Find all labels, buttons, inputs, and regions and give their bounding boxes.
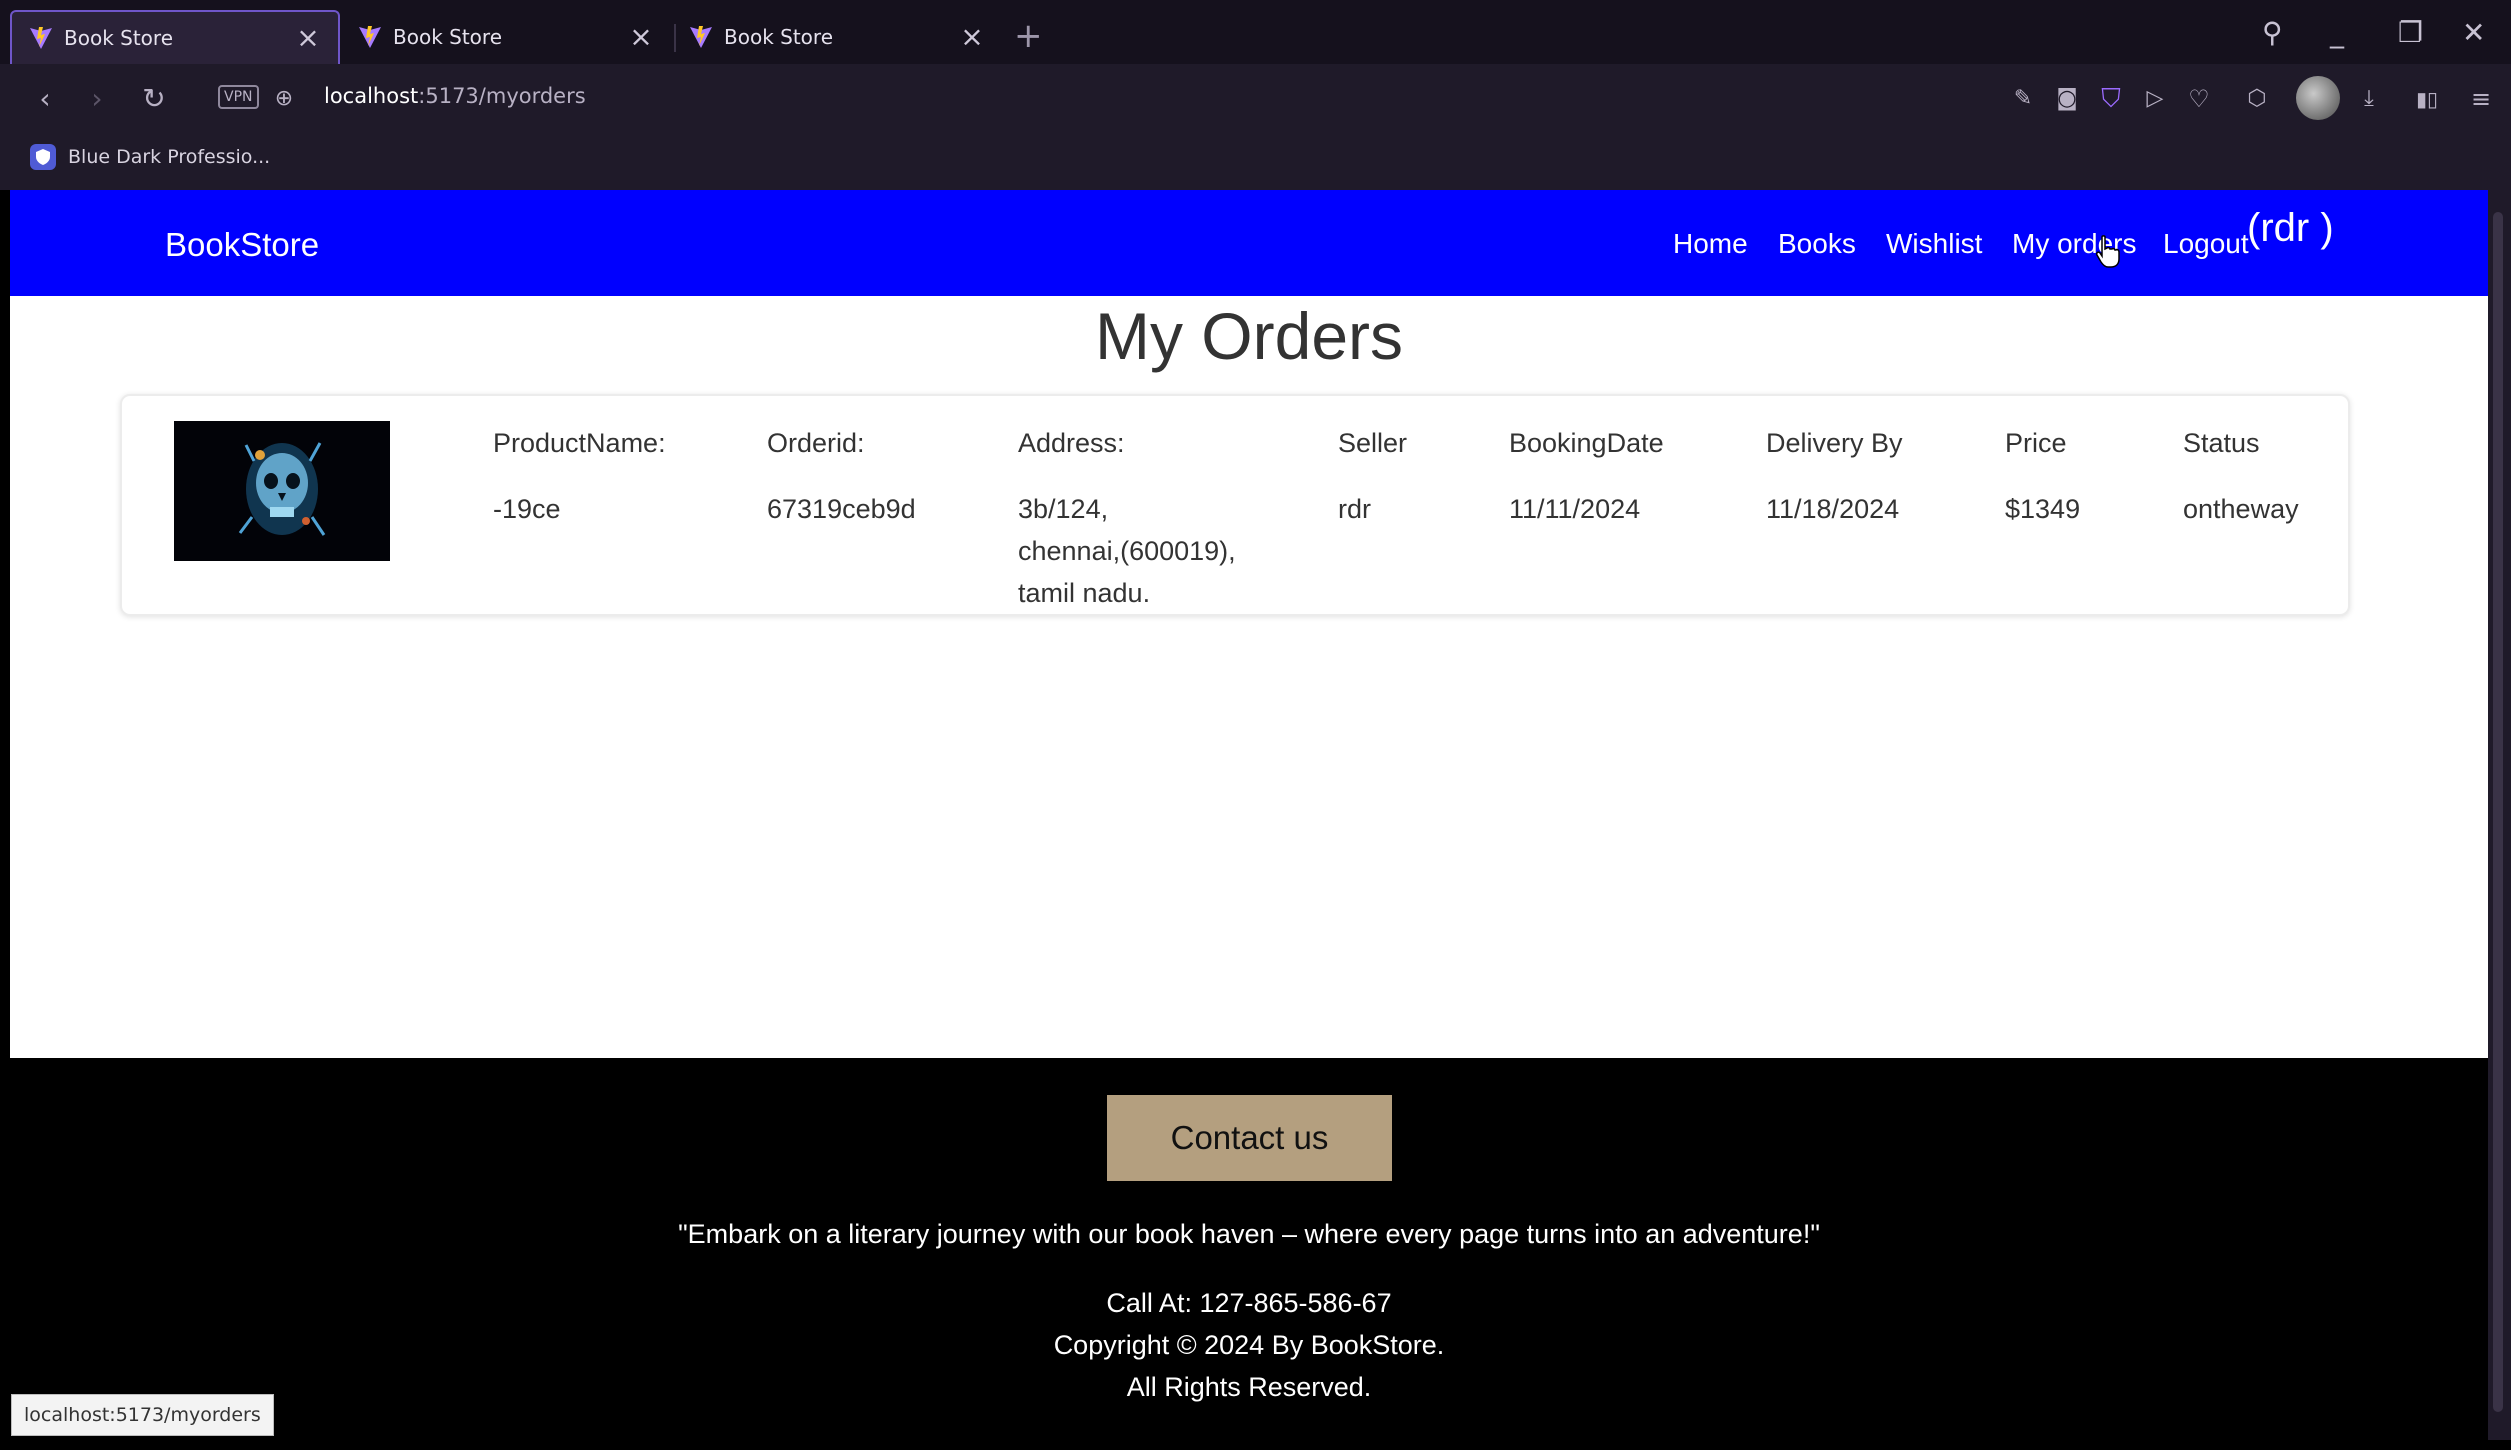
contact-us-button[interactable]: Contact us [1107, 1095, 1392, 1181]
tab-close-icon[interactable]: × [627, 23, 655, 51]
tab-book-store-3[interactable]: Book Store × [672, 10, 1002, 64]
tab-close-icon[interactable]: × [294, 24, 322, 52]
bookmarks-bar: Blue Dark Professio... [0, 134, 2511, 190]
vite-favicon-icon [690, 26, 712, 48]
tab-title: Book Store [393, 25, 502, 49]
close-icon[interactable]: ✕ [2462, 16, 2485, 49]
header-status: Status [2183, 428, 2260, 458]
search-icon[interactable]: ⚲ [2262, 16, 2283, 49]
battery-icon[interactable]: ▮▯ [2410, 82, 2444, 116]
cube-icon[interactable]: ⬡ [2240, 82, 2274, 116]
order-card: ProductName: Orderid: Address: Seller Bo… [120, 394, 2350, 616]
url-path: :5173/myorders [418, 84, 586, 108]
profile-avatar[interactable] [2296, 76, 2340, 120]
tab-book-store-2[interactable]: Book Store × [341, 10, 671, 64]
header-booking-date: BookingDate [1509, 428, 1664, 458]
page-title: My Orders [1094, 299, 1404, 373]
footer-tagline: "Embark on a literary journey with our b… [678, 1219, 1820, 1249]
book-cover-image[interactable] [174, 421, 390, 561]
value-address: 3b/124, chennai,(600019), tamil nadu. [1018, 488, 1236, 614]
bookmark-shield-icon [30, 144, 56, 170]
nav-books[interactable]: Books [1778, 228, 1856, 260]
tab-title: Book Store [64, 26, 173, 50]
header-address: Address: [1018, 428, 1125, 458]
heart-icon[interactable]: ♡ [2182, 82, 2216, 116]
footer-copyright: Copyright © 2024 By BookStore. [1053, 1330, 1445, 1360]
page-scrollbar[interactable] [2488, 190, 2511, 1440]
header-delivery-by: Delivery By [1766, 428, 1903, 458]
address-bar[interactable]: localhost:5173/myorders [324, 84, 586, 108]
globe-icon[interactable]: ⊕ [267, 82, 301, 116]
tab-close-icon[interactable]: × [958, 23, 986, 51]
minimize-icon[interactable]: _ [2330, 16, 2344, 49]
tab-book-store-1[interactable]: Book Store × [10, 10, 340, 64]
header-product-name: ProductName: [493, 428, 666, 458]
bookmark-label: Blue Dark Professio... [68, 146, 271, 168]
nav-logout[interactable]: Logout [2163, 228, 2249, 260]
new-tab-icon[interactable]: + [1014, 16, 1043, 56]
vite-favicon-icon [30, 27, 52, 49]
forward-icon[interactable]: › [80, 82, 114, 116]
value-status: ontheway [2183, 494, 2299, 524]
footer-phone: Call At: 127-865-586-67 [1106, 1288, 1392, 1318]
value-delivery-by: 11/18/2024 [1766, 494, 1900, 524]
reload-icon[interactable]: ↻ [137, 82, 171, 116]
address-line-3: tamil nadu. [1018, 578, 1151, 608]
shield-icon[interactable]: ⛉ [2094, 82, 2128, 116]
send-icon[interactable]: ▷ [2138, 82, 2172, 116]
logged-in-user: (rdr ) [2247, 206, 2334, 250]
footer-rights: All Rights Reserved. [1126, 1372, 1372, 1402]
link-status-tooltip: localhost:5173/myorders [11, 1394, 274, 1436]
value-order-id: 67319ceb9d [767, 494, 916, 524]
nav-home[interactable]: Home [1673, 228, 1748, 260]
value-product-name: -19ce [493, 494, 561, 524]
scrollbar-thumb[interactable] [2493, 212, 2503, 1412]
vpn-badge[interactable]: VPN [218, 85, 259, 109]
navigation-toolbar: ‹ › ↻ VPN ⊕ localhost:5173/myorders ✎ ◙ … [0, 64, 2511, 134]
tab-strip: Book Store × Book Store × Book Store × +… [0, 0, 2511, 64]
site-footer: Contact us "Embark on a literary journey… [10, 1058, 2488, 1440]
edit-icon[interactable]: ✎ [2006, 82, 2040, 116]
skull-cover-art [174, 421, 390, 561]
header-price: Price [2005, 428, 2067, 458]
restore-icon[interactable]: ❐ [2398, 16, 2423, 49]
header-seller: Seller [1338, 428, 1408, 458]
nav-wishlist[interactable]: Wishlist [1886, 228, 1982, 260]
download-icon[interactable]: ⤓ [2352, 82, 2386, 116]
camera-icon[interactable]: ◙ [2050, 82, 2084, 116]
browser-chrome: Book Store × Book Store × Book Store × +… [0, 0, 2511, 190]
url-host: localhost [324, 84, 419, 108]
header-order-id: Orderid: [767, 428, 865, 458]
tab-title: Book Store [724, 25, 833, 49]
vite-favicon-icon [359, 26, 381, 48]
address-line-1: 3b/124, [1018, 494, 1109, 524]
back-icon[interactable]: ‹ [28, 82, 62, 116]
value-price: $1349 [2005, 494, 2081, 524]
value-seller: rdr [1338, 494, 1371, 524]
site-brand[interactable]: BookStore [165, 226, 319, 264]
site-navbar: BookStore Home Books Wishlist My orders … [10, 190, 2488, 296]
address-line-2: chennai,(600019), [1018, 536, 1236, 566]
value-booking-date: 11/11/2024 [1509, 494, 1641, 524]
page-viewport: BookStore Home Books Wishlist My orders … [10, 190, 2488, 1440]
hand-cursor-icon [2096, 235, 2120, 268]
bookmark-item[interactable]: Blue Dark Professio... [30, 144, 270, 170]
menu-icon[interactable]: ≡ [2464, 82, 2498, 116]
